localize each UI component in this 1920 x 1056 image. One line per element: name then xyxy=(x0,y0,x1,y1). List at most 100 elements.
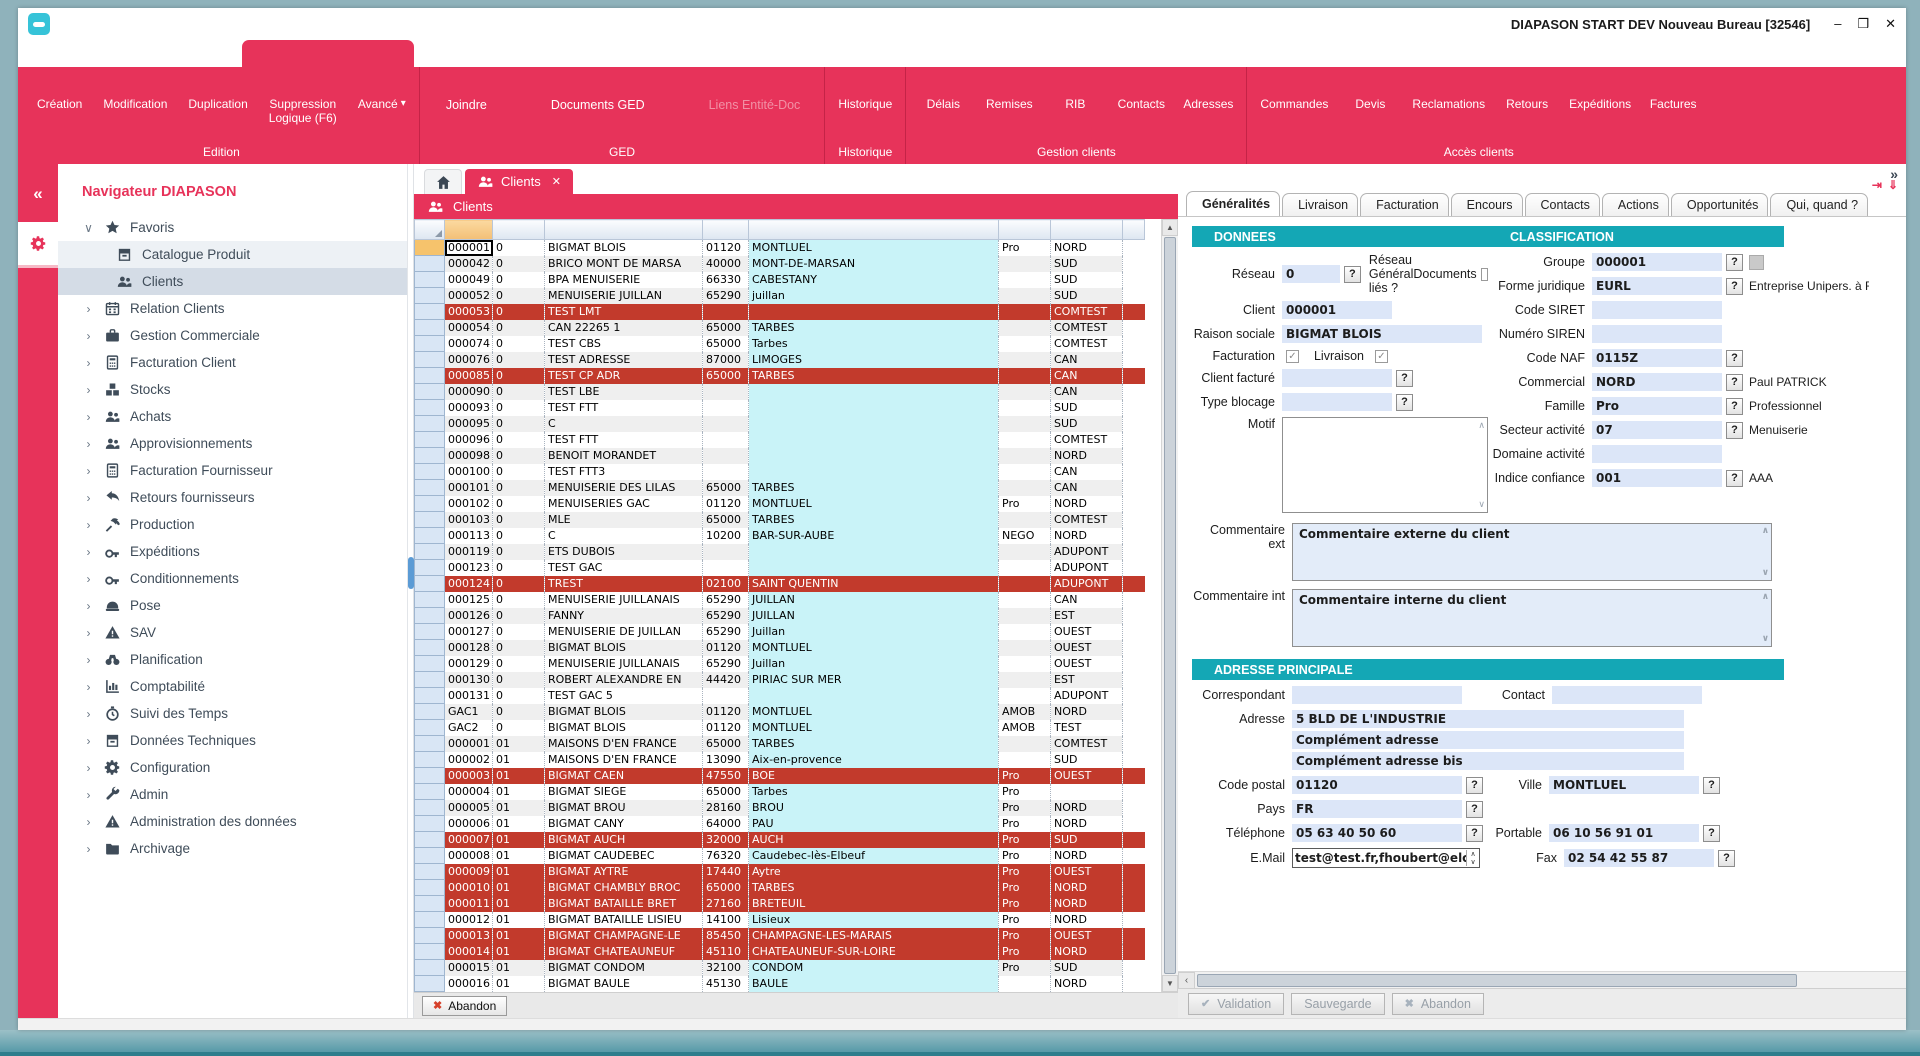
cell-cp[interactable]: 65290 xyxy=(702,287,749,304)
cell-reseau[interactable]: 0 xyxy=(492,367,545,384)
ribbon-button[interactable]: Suppression Logique (F6) xyxy=(260,67,349,143)
row-selector[interactable] xyxy=(414,815,445,832)
table-row[interactable]: 000103 0 MLE 65000 TARBES COMTEST xyxy=(414,511,1145,528)
table-row[interactable]: 000093 0 TEST FTT SUD xyxy=(414,399,1145,416)
cell-cp[interactable]: 65290 xyxy=(702,607,749,624)
ribbon-button[interactable]: Avancé ▾ xyxy=(349,67,415,143)
cell-raison-sociale[interactable]: TEST GAC xyxy=(544,559,703,576)
cell-ville[interactable]: SAINT QUENTIN xyxy=(748,575,999,592)
cell-client[interactable]: 000049 xyxy=(444,271,493,288)
famille-help-button[interactable]: ? xyxy=(1726,397,1743,415)
cell-ville[interactable]: MONTLUEL xyxy=(748,639,999,656)
cell-client[interactable]: 000003 xyxy=(444,767,493,784)
cell-client[interactable]: 000013 xyxy=(444,927,493,944)
cell-raison-sociale[interactable]: TEST ADRESSE xyxy=(544,351,703,368)
chevron-icon[interactable]: › xyxy=(82,599,95,613)
column-header[interactable] xyxy=(748,219,999,240)
cell-raison-sociale[interactable]: BENOIT MORANDET xyxy=(544,447,703,464)
cell-ville[interactable]: MONTLUEL xyxy=(748,703,999,720)
cell-ville[interactable]: BRETEUIL xyxy=(748,895,999,912)
table-row[interactable]: 000012 01 BIGMAT BATAILLE LISIEU 14100 L… xyxy=(414,911,1145,928)
ribbon-button[interactable]: Remises xyxy=(976,67,1042,143)
cell-raison-sociale[interactable]: CAN 22265 1 xyxy=(544,319,703,336)
cell-famille[interactable]: Pro xyxy=(998,959,1051,976)
pin-panel-icon[interactable]: ⇥ xyxy=(1872,178,1882,192)
row-selector[interactable] xyxy=(414,943,445,960)
table-row[interactable]: 000131 0 TEST GAC 5 ADUPONT xyxy=(414,687,1145,704)
table-row[interactable]: GAC2 0 BIGMAT BLOIS 01120 MONTLUEL AMOB … xyxy=(414,719,1145,736)
cell-famille[interactable] xyxy=(998,479,1051,496)
table-row[interactable]: 000052 0 MENUISERIE JUILLAN 65290 juilla… xyxy=(414,287,1145,304)
row-selector[interactable] xyxy=(414,479,445,496)
cell-cp[interactable]: 01120 xyxy=(702,639,749,656)
cell-client[interactable]: 000096 xyxy=(444,431,493,448)
chevron-icon[interactable]: › xyxy=(82,464,95,478)
cell-raison-sociale[interactable]: ETS DUBOIS xyxy=(544,543,703,560)
cell-cp[interactable] xyxy=(702,431,749,448)
row-selector[interactable] xyxy=(414,495,445,512)
cell-commercial[interactable]: CAN xyxy=(1050,383,1123,400)
cell-commercial[interactable]: OUEST xyxy=(1050,623,1123,640)
cell-commercial[interactable]: NORD xyxy=(1050,495,1123,512)
tab-close-icon[interactable]: ✕ xyxy=(552,175,561,188)
row-selector[interactable] xyxy=(414,959,445,976)
clients-tab[interactable]: Clients ✕ xyxy=(465,169,573,194)
table-row[interactable]: 000016 01 BIGMAT BAULE 45130 BAULE NORD xyxy=(414,975,1145,992)
cell-famille[interactable]: AMOB xyxy=(998,719,1051,736)
cell-client[interactable]: 000093 xyxy=(444,399,493,416)
cell-raison-sociale[interactable]: BIGMAT AUCH xyxy=(544,831,703,848)
cell-ville[interactable]: PAU xyxy=(748,815,999,832)
cell-commercial[interactable]: CAN xyxy=(1050,351,1123,368)
cell-client[interactable]: 000052 xyxy=(444,287,493,304)
cell-ville[interactable]: TARBES xyxy=(748,479,999,496)
cell-ville[interactable]: TARBES xyxy=(748,511,999,528)
cell-famille[interactable] xyxy=(998,671,1051,688)
table-row[interactable]: 000001 0 BIGMAT BLOIS 01120 MONTLUEL Pro… xyxy=(414,239,1145,256)
cell-client[interactable]: 000125 xyxy=(444,591,493,608)
table-row[interactable]: 000004 01 BIGMAT SIEGE 65000 Tarbes Pro xyxy=(414,783,1145,800)
cell-ville[interactable]: Aytre xyxy=(748,863,999,880)
cell-cp[interactable]: 45110 xyxy=(702,943,749,960)
cell-famille[interactable] xyxy=(998,655,1051,672)
tree-item[interactable]: › Suivi des Temps xyxy=(58,700,407,727)
groupe-field[interactable]: 000001 xyxy=(1592,253,1722,271)
cell-client[interactable]: 000006 xyxy=(444,815,493,832)
cell-commercial[interactable]: NORD xyxy=(1050,815,1123,832)
table-row[interactable]: 000090 0 TEST LBE CAN xyxy=(414,383,1145,400)
home-tab[interactable] xyxy=(424,169,462,194)
cell-raison-sociale[interactable]: MENUISERIE JUILLANAIS xyxy=(544,591,703,608)
cell-reseau[interactable]: 0 xyxy=(492,607,545,624)
table-row[interactable]: 000011 01 BIGMAT BATAILLE BRET 27160 BRE… xyxy=(414,895,1145,912)
cell-raison-sociale[interactable]: TEST FTT3 xyxy=(544,463,703,480)
row-selector[interactable] xyxy=(414,351,445,368)
cell-commercial[interactable]: NORD xyxy=(1050,703,1123,720)
cell-reseau[interactable]: 01 xyxy=(492,831,545,848)
cell-cp[interactable]: 45130 xyxy=(702,975,749,992)
table-vertical-scrollbar[interactable]: ▲ ▼ xyxy=(1161,219,1178,992)
cell-commercial[interactable]: SUD xyxy=(1050,287,1123,304)
chevron-icon[interactable]: › xyxy=(82,410,95,424)
cell-cp[interactable] xyxy=(702,543,749,560)
table-row[interactable]: 000009 01 BIGMAT AYTRE 17440 Aytre Pro O… xyxy=(414,863,1145,880)
cell-cp[interactable] xyxy=(702,383,749,400)
adresse-line3-field[interactable]: Complément adresse bis xyxy=(1292,752,1684,770)
cell-cp[interactable]: 65000 xyxy=(702,735,749,752)
column-header[interactable] xyxy=(1050,219,1123,240)
cell-commercial[interactable]: CAN xyxy=(1050,591,1123,608)
cell-raison-sociale[interactable]: MAISONS D'EN FRANCE xyxy=(544,735,703,752)
cell-famille[interactable] xyxy=(998,975,1051,992)
cell-famille[interactable]: Pro xyxy=(998,943,1051,960)
cell-reseau[interactable]: 01 xyxy=(492,911,545,928)
cell-famille[interactable]: Pro xyxy=(998,879,1051,896)
cell-reseau[interactable]: 0 xyxy=(492,559,545,576)
cell-reseau[interactable]: 0 xyxy=(492,511,545,528)
scroll-down-icon[interactable]: ∨ xyxy=(1478,499,1485,510)
scroll-up-icon[interactable]: ∧ xyxy=(1762,592,1769,602)
cell-raison-sociale[interactable]: MENUISERIE JUILLANAIS xyxy=(544,655,703,672)
abandon-button[interactable]: ✖ Abandon xyxy=(422,995,508,1016)
cell-client[interactable]: 000103 xyxy=(444,511,493,528)
ribbon-button[interactable]: Documents GED xyxy=(543,98,645,112)
cell-commercial[interactable]: SUD xyxy=(1050,415,1123,432)
cell-client[interactable]: 000126 xyxy=(444,607,493,624)
cell-famille[interactable]: NEGO xyxy=(998,527,1051,544)
